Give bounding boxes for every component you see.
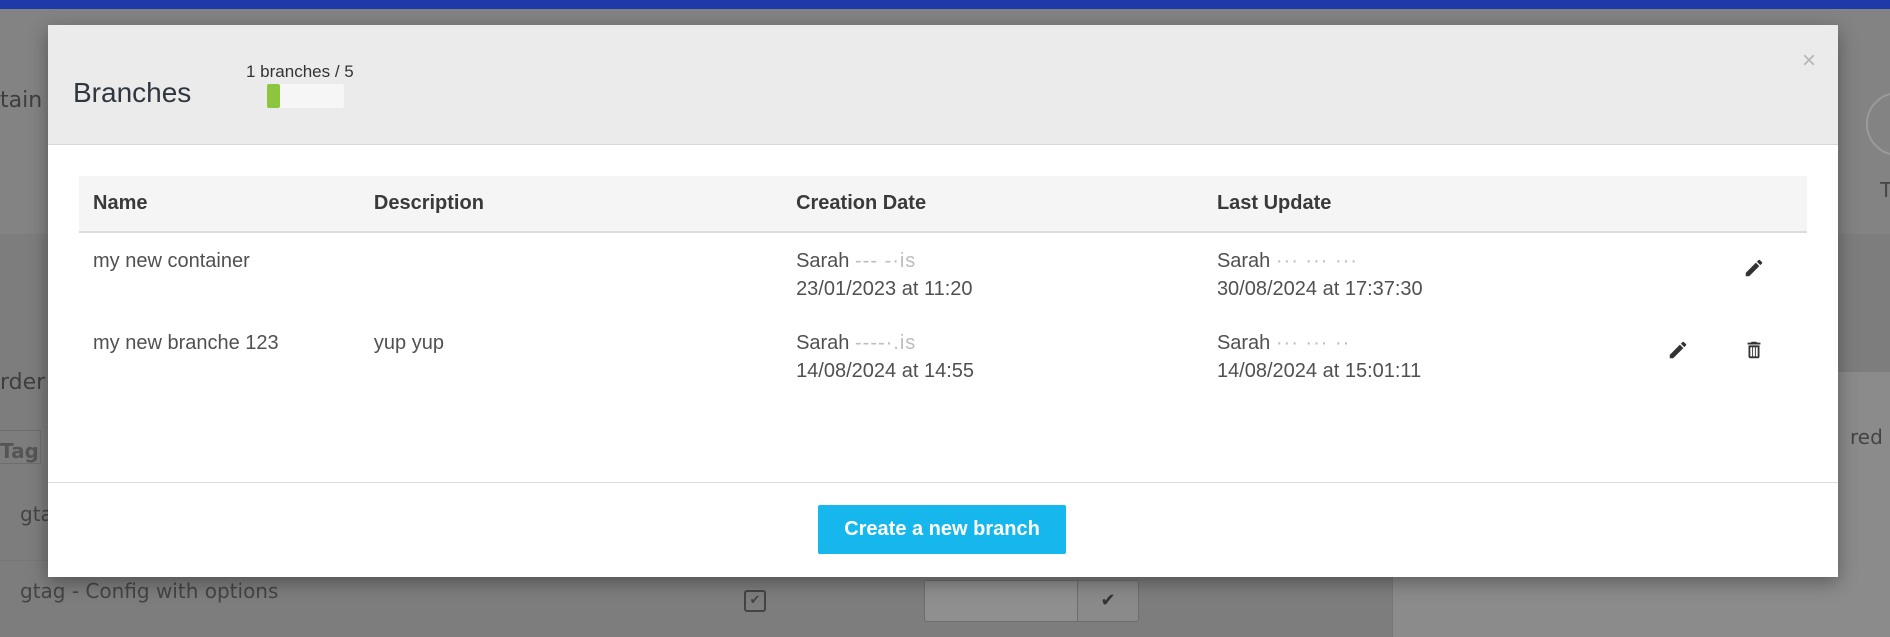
bg-tag-header: Tag bbox=[0, 439, 39, 463]
update-user-obscured: ··· ··· ·· bbox=[1275, 332, 1351, 354]
creation-date: 23/01/2023 at 11:20 bbox=[796, 278, 973, 300]
bg-right-text-fragment: red bbox=[1850, 425, 1883, 449]
branch-description: yup yup bbox=[373, 332, 444, 354]
table-row: my new branche 123 yup yup Sarah ----·.i… bbox=[79, 315, 1807, 398]
creation-user: Sarah bbox=[796, 332, 850, 354]
update-user: Sarah bbox=[1216, 250, 1271, 272]
branch-name: my new branche 123 bbox=[93, 332, 279, 354]
pencil-icon[interactable] bbox=[1741, 257, 1765, 281]
pencil-icon[interactable] bbox=[1665, 339, 1689, 363]
branches-table: Name Description Creation Date Last Upda… bbox=[79, 176, 1807, 398]
branch-creation: Sarah --- -·is 23/01/2023 at 11:20 bbox=[782, 232, 1203, 315]
table-row: my new container Sarah --- -·is 23/01/20… bbox=[79, 232, 1807, 315]
branch-quota-bar bbox=[267, 84, 344, 108]
bg-confirm-button[interactable]: ✔ bbox=[1077, 580, 1139, 622]
update-user-obscured: ··· ··· ··· bbox=[1275, 250, 1358, 272]
branch-last-update: Sarah ··· ··· ··· 30/08/2024 at 17:37:30 bbox=[1203, 232, 1605, 315]
bg-section-fragment: rder bbox=[0, 370, 46, 395]
modal-footer: Create a new branch bbox=[48, 482, 1838, 577]
row-actions bbox=[1605, 315, 1807, 398]
create-branch-button[interactable]: Create a new branch bbox=[818, 505, 1066, 554]
branch-last-update: Sarah ··· ··· ·· 14/08/2024 at 15:01:11 bbox=[1203, 315, 1605, 398]
branch-creation: Sarah ----·.is 14/08/2024 at 14:55 bbox=[782, 315, 1203, 398]
table-header-row: Name Description Creation Date Last Upda… bbox=[79, 176, 1807, 232]
creation-user-obscured: ----·.is bbox=[855, 332, 917, 354]
creation-date: 14/08/2024 at 14:55 bbox=[796, 360, 975, 382]
update-user: Sarah bbox=[1216, 332, 1271, 354]
row-actions bbox=[1605, 232, 1807, 315]
creation-user-obscured: --- -·is bbox=[855, 250, 917, 272]
branch-description bbox=[360, 232, 782, 315]
trash-icon[interactable] bbox=[1741, 339, 1765, 363]
branch-quota-label: 1 branches / 5 bbox=[246, 62, 354, 81]
modal-header: Branches 1 branches / 5 × bbox=[48, 25, 1838, 145]
column-header-creation-date: Creation Date bbox=[796, 192, 927, 214]
branches-modal: Branches 1 branches / 5 × Name Descripti… bbox=[48, 25, 1838, 577]
app-topbar bbox=[0, 0, 1890, 9]
column-header-actions bbox=[1605, 176, 1807, 232]
column-header-name: Name bbox=[93, 192, 148, 214]
bg-page-title-fragment: tain bbox=[0, 88, 43, 113]
update-date: 30/08/2024 at 17:37:30 bbox=[1216, 278, 1423, 300]
bg-text-input[interactable] bbox=[924, 580, 1078, 622]
modal-title: Branches bbox=[73, 77, 192, 108]
bg-checkbox[interactable]: ✔ bbox=[744, 590, 766, 612]
bg-row-text: gtag - Config with options bbox=[20, 579, 279, 603]
branch-quota-fill bbox=[267, 84, 281, 108]
column-header-description: Description bbox=[373, 192, 484, 214]
column-header-last-update: Last Update bbox=[1216, 192, 1332, 214]
update-date: 14/08/2024 at 15:01:11 bbox=[1216, 360, 1422, 382]
bg-right-header-fragment: T bbox=[1880, 178, 1890, 202]
branch-name: my new container bbox=[93, 250, 250, 272]
close-icon[interactable]: × bbox=[1802, 47, 1816, 75]
creation-user: Sarah bbox=[796, 250, 850, 272]
